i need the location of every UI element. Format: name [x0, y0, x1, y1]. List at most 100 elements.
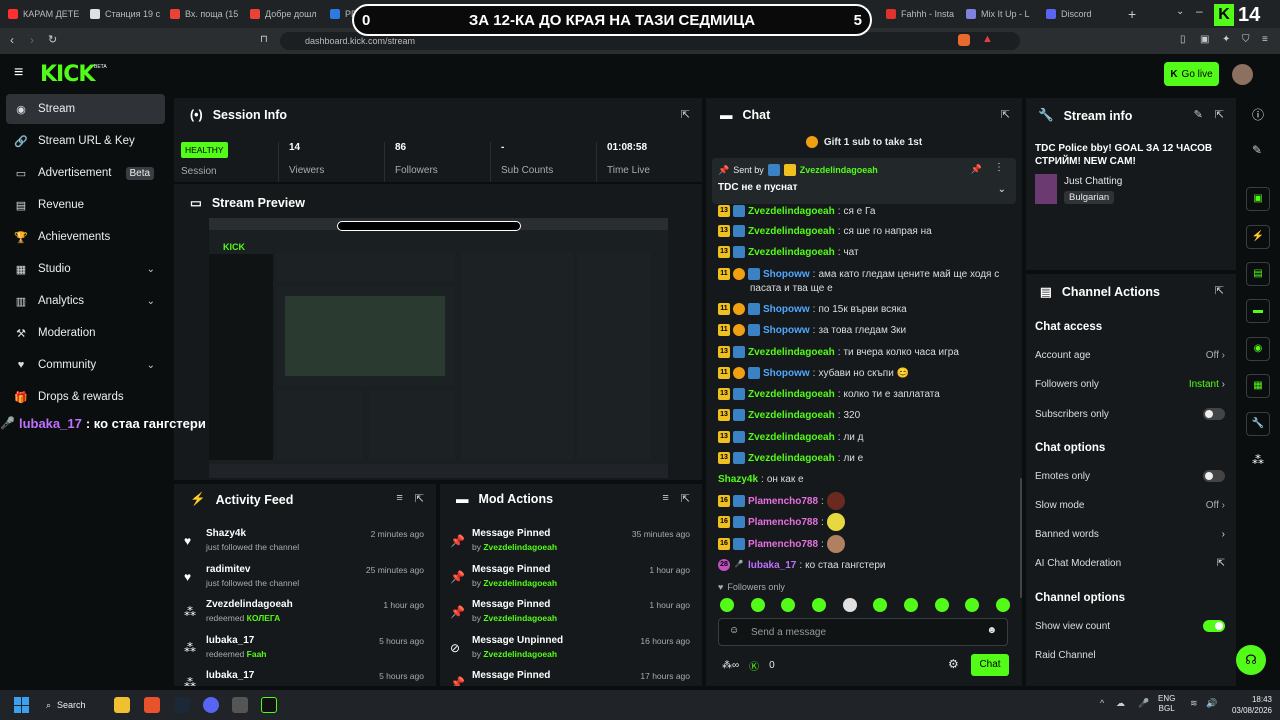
- discord-icon[interactable]: [203, 697, 219, 713]
- rail-document-icon[interactable]: ▤: [1246, 262, 1270, 286]
- browser-tab[interactable]: Fahhh - Insta: [886, 4, 962, 24]
- chat-emote-icon[interactable]: [826, 535, 845, 553]
- infinity-points-icon[interactable]: ⁂∞: [722, 660, 739, 671]
- chevron-down-icon[interactable]: ⌄: [998, 184, 1006, 195]
- emote-icon[interactable]: [842, 598, 857, 612]
- popout-icon[interactable]: ⇱: [1001, 108, 1010, 121]
- popout-icon[interactable]: ⇱: [1215, 108, 1224, 121]
- list-item[interactable]: ⁂ lubaka_17 redeemed Faah 5 hours ago: [174, 631, 434, 667]
- list-item[interactable]: 📌 Message Pinned by Zvezdelindagoeah 1 hour…: [440, 595, 700, 631]
- emote-icon[interactable]: [811, 598, 826, 612]
- chat-username[interactable]: lubaka_17: [748, 560, 796, 571]
- chat-username[interactable]: Zvezdelindagoeah: [748, 206, 835, 217]
- chat-username[interactable]: Plamencho788: [748, 496, 818, 507]
- sidebar-toggle-icon[interactable]: ▯: [1180, 34, 1186, 45]
- new-tab-icon[interactable]: +: [1128, 6, 1136, 22]
- clock[interactable]: 18:43 03/08/2026: [1222, 694, 1272, 716]
- chat-username[interactable]: Shopoww: [763, 304, 810, 315]
- rewards-icon[interactable]: ▲: [982, 33, 993, 45]
- hamburger-menu-icon[interactable]: ≡: [14, 64, 23, 82]
- more-options-icon[interactable]: ⋮: [994, 162, 1004, 173]
- rail-broadcast-icon[interactable]: ◉: [1246, 337, 1270, 361]
- tray-chevron-icon[interactable]: ^: [1100, 698, 1104, 708]
- pinned-user[interactable]: Zvezdelindagoeah: [800, 165, 878, 175]
- subscribers-only-toggle[interactable]: [1203, 408, 1225, 420]
- browser-tab[interactable]: Станция 19 с: [90, 4, 166, 24]
- browser-tab[interactable]: Вх. поща (15: [170, 4, 246, 24]
- chat-input[interactable]: ☺ Send a message ☻: [718, 618, 1008, 646]
- browser-tab[interactable]: Discord: [1046, 4, 1122, 24]
- browser-tab[interactable]: КАРАМ ДЕТЕ: [8, 4, 86, 24]
- chat-username[interactable]: Plamencho788: [748, 517, 818, 528]
- chat-username[interactable]: Plamencho788: [748, 539, 818, 550]
- wifi-icon[interactable]: ≋: [1190, 698, 1198, 709]
- chevron-down-icon[interactable]: ⌄: [147, 360, 155, 371]
- filter-icon[interactable]: ≡: [396, 492, 402, 505]
- chevron-down-icon[interactable]: ⌄: [147, 296, 155, 307]
- tab-list-icon[interactable]: ⌄: [1176, 6, 1184, 17]
- list-item[interactable]: ⊘ Message Unpinned by Zvezdelindagoeah 16 h…: [440, 631, 700, 667]
- popout-icon[interactable]: ⇱: [681, 492, 690, 505]
- sidebar-item-studio[interactable]: ▦ Studio ⌄: [6, 254, 165, 284]
- sidebar-item-stream-url-key[interactable]: 🔗 Stream URL & Key: [6, 126, 165, 156]
- list-item[interactable]: ♥ Shazy4k just followed the channel 2 minu…: [174, 524, 434, 560]
- chat-username[interactable]: Shazy4k: [718, 474, 758, 485]
- raid-channel-row[interactable]: Raid Channel: [1035, 645, 1225, 665]
- obs-icon[interactable]: [232, 697, 248, 713]
- emote-icon[interactable]: [873, 598, 888, 612]
- chat-username[interactable]: Zvezdelindagoeah: [748, 226, 835, 237]
- sidebar-item-drops-rewards[interactable]: 🎁 Drops & rewards: [6, 382, 165, 412]
- emote-icon[interactable]: [781, 598, 796, 612]
- list-item[interactable]: ⁂ lubaka_17 5 hours ago: [174, 666, 434, 686]
- ai-moderation-row[interactable]: AI Chat Moderation ⇱: [1035, 553, 1225, 573]
- sidebar-item-achievements[interactable]: 🏆 Achievements: [6, 222, 165, 252]
- unpin-icon[interactable]: 📌: [971, 164, 982, 175]
- rail-target-icon[interactable]: ▣: [1246, 187, 1270, 211]
- info-icon[interactable]: ⓘ: [1252, 106, 1264, 123]
- sidebar-item-stream[interactable]: ◉ Stream: [6, 94, 165, 124]
- rail-wrench-icon[interactable]: 🔧: [1246, 412, 1270, 436]
- emote-picker-icon[interactable]: ☺: [729, 625, 739, 636]
- chat-username[interactable]: Zvezdelindagoeah: [748, 410, 835, 421]
- kick-app-icon[interactable]: [261, 697, 277, 713]
- sidebar-item-moderation[interactable]: ⚒ Moderation: [6, 318, 165, 348]
- tray-mic-icon[interactable]: 🎤: [1138, 698, 1149, 709]
- forward-icon[interactable]: ›: [30, 33, 34, 47]
- volume-icon[interactable]: 🔊: [1206, 698, 1217, 709]
- settings-gear-icon[interactable]: ⚙: [948, 657, 959, 671]
- emote-icon[interactable]: [750, 598, 765, 612]
- emote-icon[interactable]: [903, 598, 918, 612]
- reload-icon[interactable]: ↻: [48, 33, 57, 46]
- popout-icon[interactable]: ⇱: [681, 108, 690, 121]
- vpn-icon[interactable]: ⛉: [1242, 34, 1250, 45]
- filter-icon[interactable]: ≡: [662, 492, 668, 505]
- sidebar-item-community[interactable]: ♥ Community ⌄: [6, 350, 165, 380]
- wallet-icon[interactable]: ▣: [1200, 34, 1209, 45]
- popout-icon[interactable]: ⇱: [1215, 284, 1224, 297]
- edit-pencil-icon[interactable]: ✎: [1252, 143, 1262, 157]
- edit-pencil-icon[interactable]: ✎: [1194, 108, 1203, 121]
- emotes-only-toggle[interactable]: [1203, 470, 1225, 482]
- chat-username[interactable]: Zvezdelindagoeah: [748, 453, 835, 464]
- banned-words-row[interactable]: Banned words ›: [1035, 524, 1225, 544]
- go-live-button[interactable]: K Go live: [1164, 62, 1219, 86]
- rail-chat-icon[interactable]: ▬: [1246, 299, 1270, 323]
- menu-icon[interactable]: ≡: [1262, 34, 1268, 45]
- chat-username[interactable]: Zvezdelindagoeah: [748, 247, 835, 258]
- sidebar-item-advertisement[interactable]: ▭ Advertisement Beta: [6, 158, 165, 188]
- chat-username[interactable]: Shopoww: [763, 325, 810, 336]
- language-indicator[interactable]: ENG BGL: [1158, 694, 1175, 714]
- chat-scrollbar[interactable]: [1020, 478, 1022, 598]
- kick-logo[interactable]: KICK: [40, 62, 95, 87]
- file-explorer-icon[interactable]: [114, 697, 130, 713]
- tray-cloud-icon[interactable]: ☁: [1116, 698, 1125, 709]
- chat-emote-icon[interactable]: [826, 492, 845, 510]
- gift-sub-banner[interactable]: Gift 1 sub to take 1st: [706, 132, 1022, 152]
- emote-icon[interactable]: [965, 598, 980, 612]
- sidebar-item-analytics[interactable]: ▥ Analytics ⌄: [6, 286, 165, 316]
- browser-tab[interactable]: Добре дошл: [250, 4, 326, 24]
- chevron-down-icon[interactable]: ⌄: [147, 264, 155, 275]
- emote-icon[interactable]: [720, 598, 734, 612]
- list-item[interactable]: ⁂ Zvezdelindagoeah redeemed КОЛЕГА 1 hour a…: [174, 595, 434, 631]
- chat-emote-icon[interactable]: [826, 513, 845, 531]
